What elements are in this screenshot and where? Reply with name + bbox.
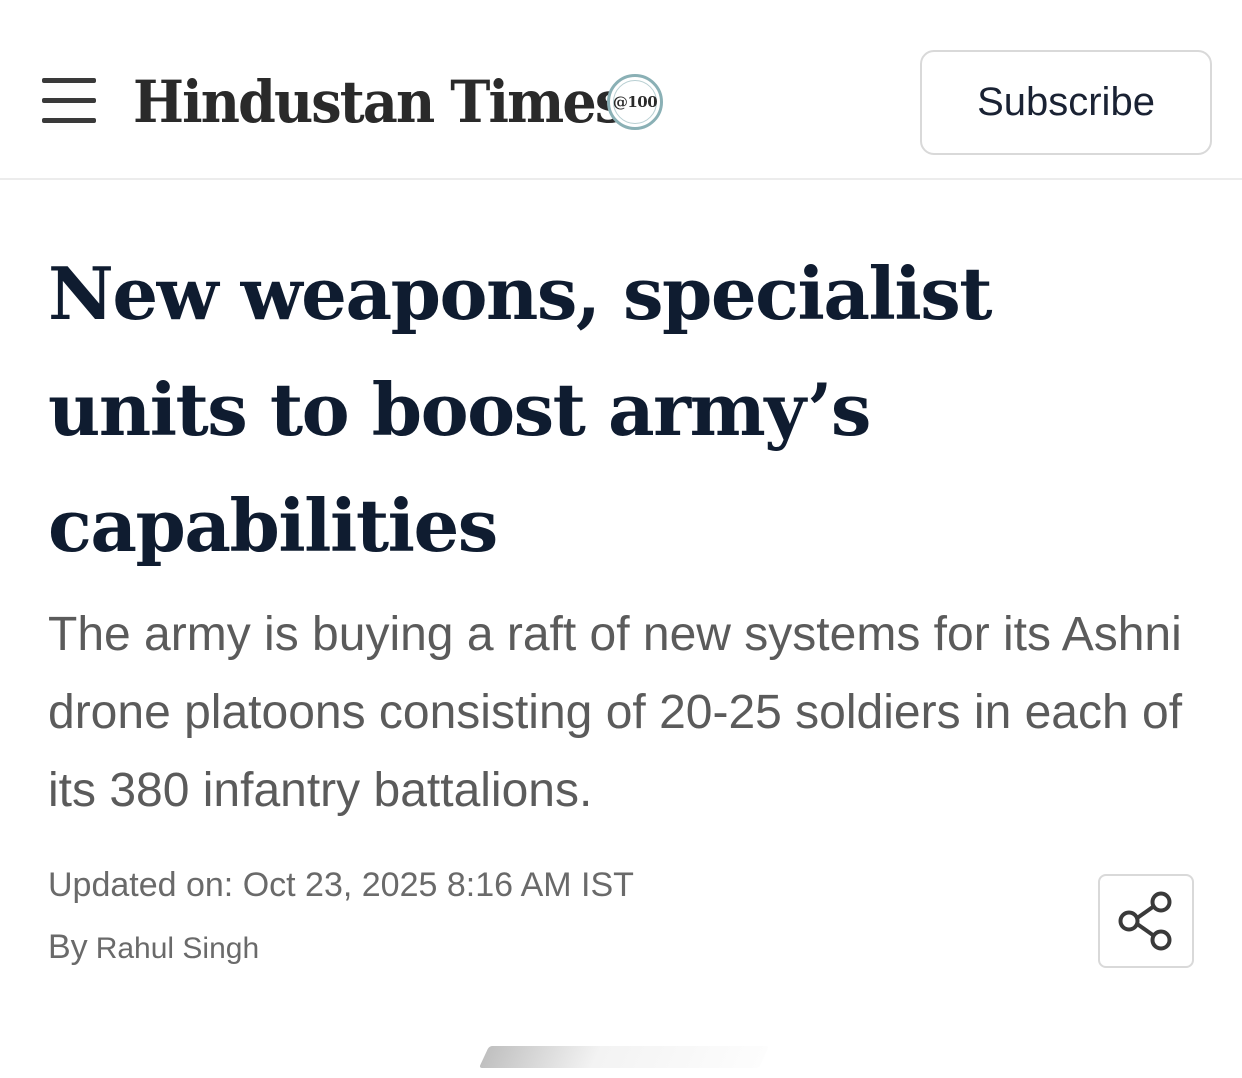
by-label: By <box>48 928 88 966</box>
site-logo[interactable]: Hindustan Times @100 <box>133 64 663 140</box>
logo-badge-text: @100 <box>613 80 658 124</box>
updated-timestamp: Updated on: Oct 23, 2025 8:16 AM IST <box>48 866 634 904</box>
share-icon <box>1118 891 1172 951</box>
hamburger-menu-icon[interactable] <box>40 76 98 128</box>
menu-line <box>42 98 96 103</box>
subscribe-button[interactable]: Subscribe <box>920 50 1212 155</box>
logo-badge-icon: @100 <box>607 74 663 130</box>
partial-image-edge <box>478 1046 770 1068</box>
article-headline: New weapons, specialist units to boost a… <box>48 251 993 568</box>
byline: By Rahul Singh <box>48 928 259 967</box>
site-header: Hindustan Times @100 Subscribe <box>0 0 1242 180</box>
menu-line <box>42 118 96 123</box>
author-name[interactable]: Rahul Singh <box>96 932 259 965</box>
logo-text: Hindustan Times <box>133 68 625 136</box>
menu-line <box>42 78 96 83</box>
share-button[interactable] <box>1098 874 1194 968</box>
article-summary: The army is buying a raft of new systems… <box>48 608 1183 817</box>
